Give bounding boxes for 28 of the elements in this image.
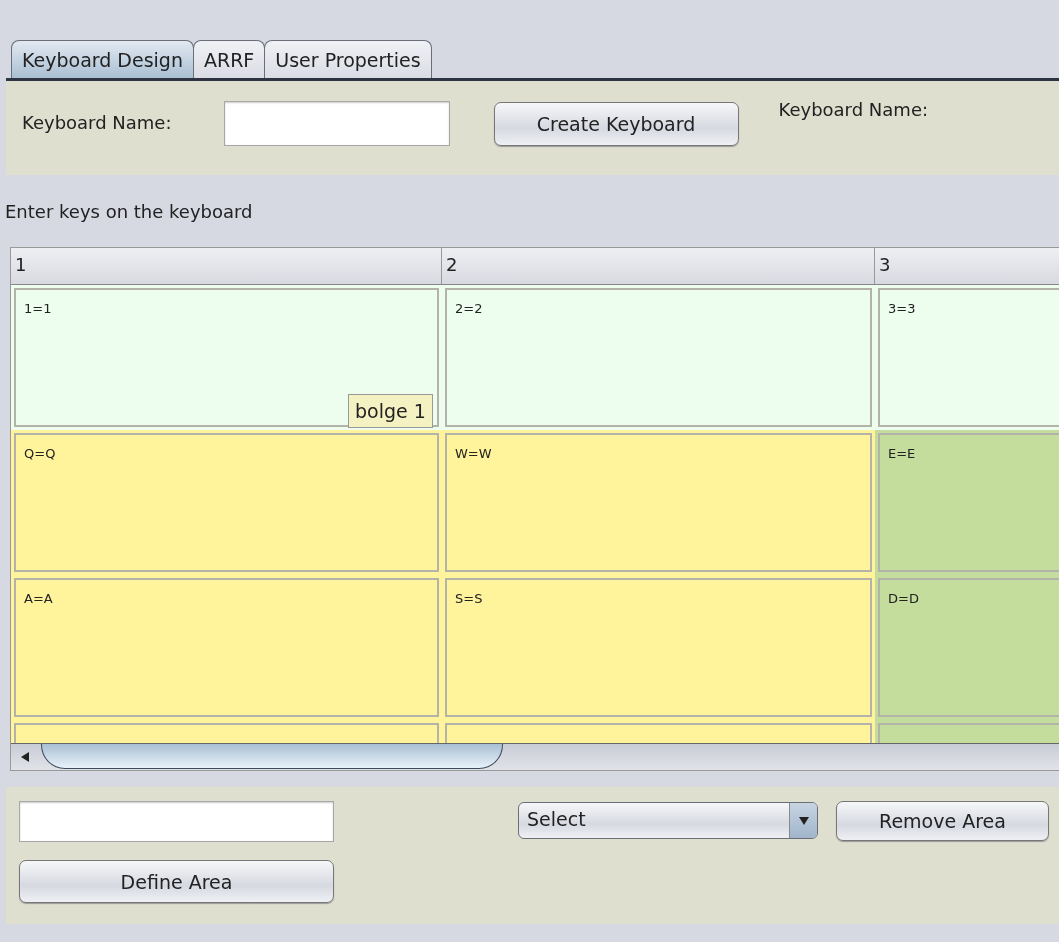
tab[interactable]: User Properties [264, 40, 432, 78]
column-header[interactable]: 2 [442, 248, 875, 284]
dropdown-caret-icon [798, 816, 809, 825]
key-cell[interactable]: E=E [878, 433, 1059, 572]
scroll-thumb[interactable] [41, 744, 503, 769]
scroll-left-icon[interactable] [19, 751, 31, 763]
column-header[interactable]: 1 [11, 248, 442, 284]
field-label: Keyboard Name: [22, 112, 172, 133]
key-cell[interactable]: 2=2 [445, 288, 872, 427]
keyboard-name-label: Keyboard Name: [778, 99, 929, 120]
key-cell[interactable]: D=D [878, 578, 1059, 717]
tab[interactable]: Keyboard Design [11, 40, 194, 78]
key-cell[interactable]: 3=3 [878, 288, 1059, 427]
horizontal-scrollbar[interactable] [11, 743, 1059, 771]
define-area-button[interactable]: Define Area [19, 860, 334, 903]
key-cell[interactable]: W=W [445, 433, 872, 572]
remove-area-button[interactable]: Remove Area [836, 801, 1049, 841]
select-dropdown[interactable]: Select [518, 802, 818, 839]
key-cell[interactable]: S=S [445, 578, 872, 717]
tooltip: bolge 1 [348, 394, 433, 428]
create-keyboard-button[interactable]: Create Keyboard [493, 102, 739, 146]
key-cell[interactable]: A=A [14, 578, 439, 717]
keyboard-name-field[interactable] [223, 101, 450, 146]
instruction-text: Enter keys on the keyboard [5, 201, 254, 224]
column-header[interactable]: 3 [875, 248, 1059, 284]
tab[interactable]: ARRF [192, 40, 266, 78]
area-name-field[interactable] [19, 801, 334, 842]
key-cell[interactable]: Q=Q [14, 433, 439, 572]
